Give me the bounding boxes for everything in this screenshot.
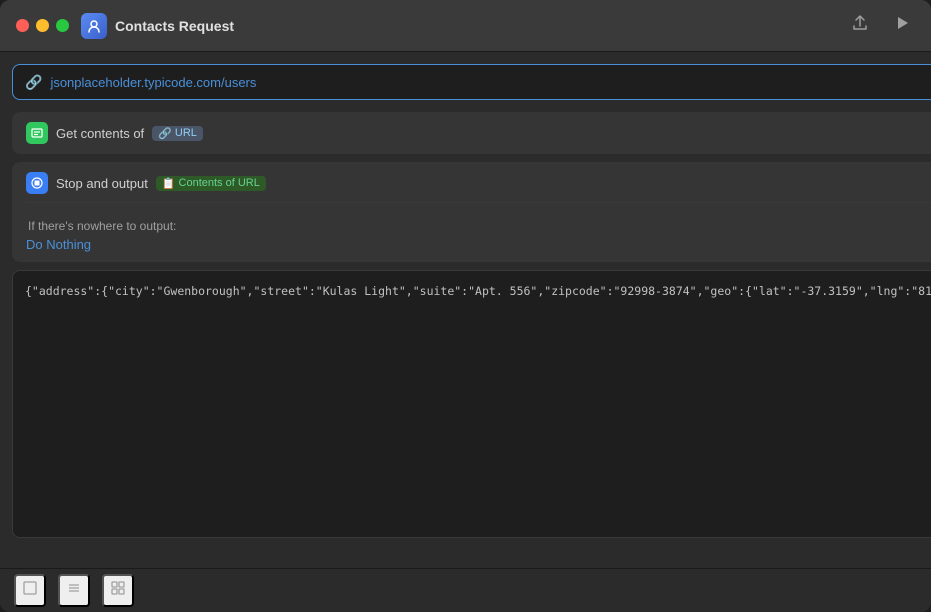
do-nothing-button[interactable]: Do Nothing [26,237,931,252]
get-contents-header: Get contents of 🔗 URL Show More [26,122,931,144]
view-list-button[interactable] [58,574,90,607]
url-tag: 🔗 URL [152,126,203,141]
close-button[interactable] [16,19,29,32]
view-single-button[interactable] [14,574,46,607]
main-window: Contacts Request 🔗 jsonplaceholder.typic… [0,0,931,612]
contents-tag-text: Contents of URL [179,177,260,189]
share-button[interactable] [847,10,873,41]
view-grid-button[interactable] [102,574,134,607]
stop-output-label: Stop and output [56,176,148,191]
left-panel: 🔗 jsonplaceholder.typicode.com/users + G… [0,52,931,612]
stop-output-icon [26,172,48,194]
get-contents-label: Get contents of [56,126,144,141]
stop-output-block: Stop and output 📋 Contents of URL If the… [12,162,931,262]
contents-tag-icon: 📋 [162,177,176,190]
link-icon: 🔗 [25,74,42,91]
window-title: Contacts Request [115,18,847,34]
json-output-area: {"address":{"city":"Gwenborough","street… [12,270,931,538]
get-contents-icon [26,122,48,144]
url-tag-icon: 🔗 [158,127,172,140]
play-button[interactable] [889,10,915,41]
bottom-toolbar [0,568,931,612]
titlebar: Contacts Request [0,0,931,52]
if-nowhere-label: If there's nowhere to output: [26,219,931,233]
url-tag-text: URL [175,127,197,139]
traffic-lights [16,19,69,32]
get-contents-block: Get contents of 🔗 URL Show More [12,112,931,154]
stop-output-header: Stop and output 📋 Contents of URL [26,172,931,194]
titlebar-actions [847,10,915,41]
url-text: jsonplaceholder.typicode.com/users [50,75,931,90]
url-bar[interactable]: 🔗 jsonplaceholder.typicode.com/users + [12,64,931,100]
contents-tag: 📋 Contents of URL [156,176,266,191]
maximize-button[interactable] [56,19,69,32]
json-text: {"address":{"city":"Gwenborough","street… [25,283,931,300]
app-icon [81,13,107,39]
page-indicator: Page 1 of 10 [0,542,931,568]
main-content: 🔗 jsonplaceholder.typicode.com/users + G… [0,52,931,612]
minimize-button[interactable] [36,19,49,32]
